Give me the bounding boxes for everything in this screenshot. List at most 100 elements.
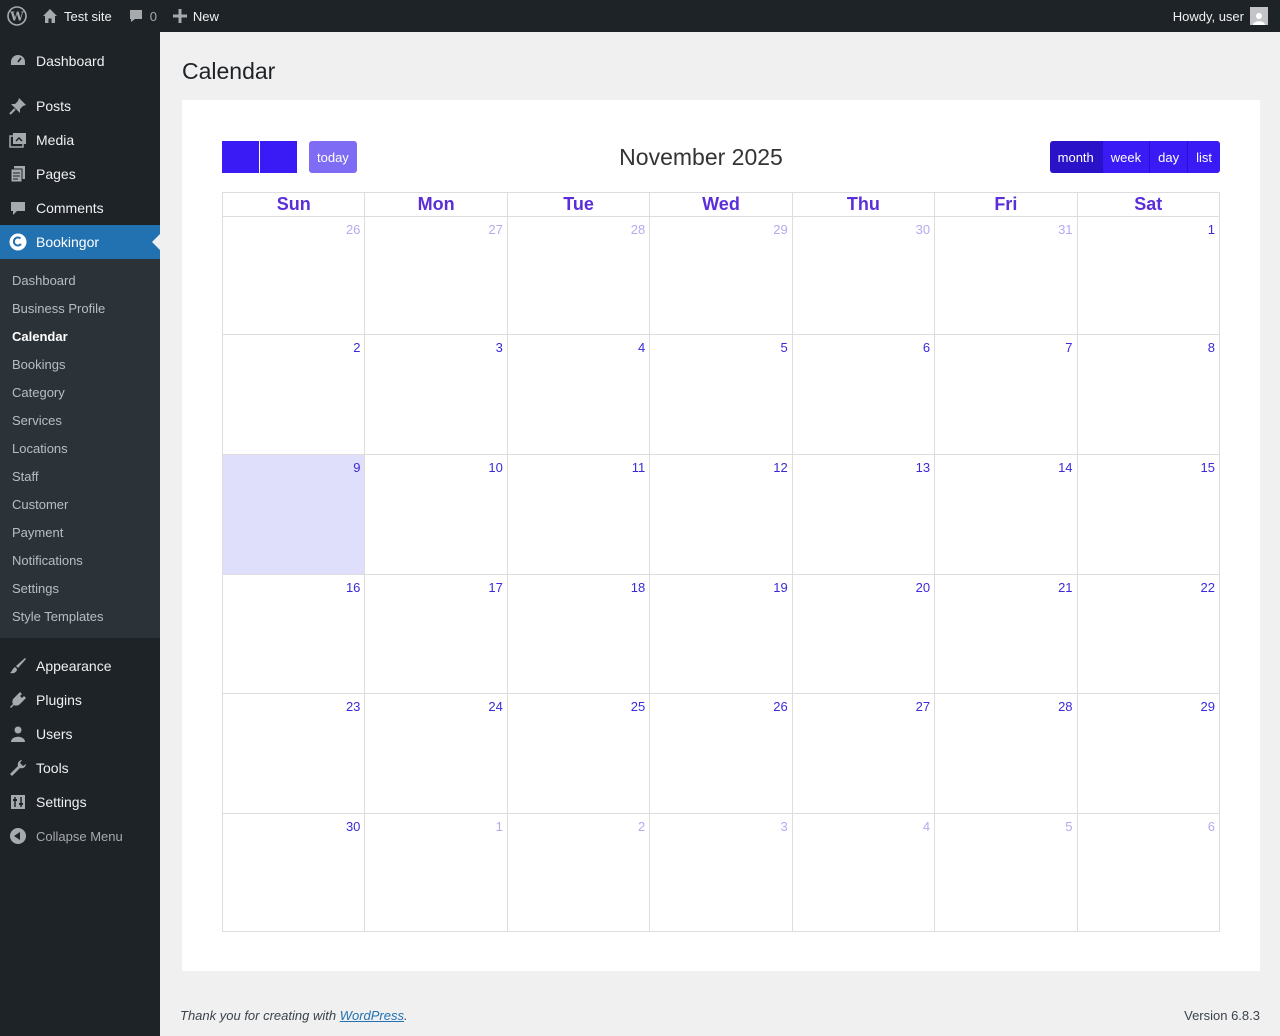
day-cell[interactable]: 16 [221,574,366,694]
day-cell[interactable]: 30 [221,813,366,932]
day-cell[interactable]: 14 [934,454,1078,575]
day-cell[interactable]: 7 [934,334,1078,455]
month-grid: Sun Mon Tue Wed Thu Fri Sat 26 27 28 29 30 31 1 2 3 4 5 6… [221,192,1221,932]
day-cell[interactable]: 12 [649,454,793,575]
day-cell[interactable]: 23 [221,693,366,814]
menu-bookingor[interactable]: Bookingor [0,225,160,259]
day-cell[interactable]: 9 [221,454,366,575]
wordpress-logo-icon[interactable]: W [0,0,34,32]
week-row: 9 10 11 12 13 14 15 [221,454,1221,575]
submenu-item-customer[interactable]: Customer [0,490,160,518]
submenu-item-category[interactable]: Category [0,378,160,406]
day-cell[interactable]: 28 [934,693,1078,814]
site-name-link[interactable]: Test site [34,0,120,32]
day-cell[interactable]: 5 [934,813,1078,932]
day-cell[interactable]: 1 [1076,216,1221,335]
settings-icon [8,792,28,812]
submenu-item-staff[interactable]: Staff [0,462,160,490]
menu-appearance[interactable]: Appearance [0,649,160,683]
weekday-header: Tue [506,192,651,217]
new-content-link[interactable]: New [165,0,227,32]
menu-label: Posts [36,98,72,114]
day-cell[interactable]: 27 [364,216,508,335]
submenu-item-bookings[interactable]: Bookings [0,350,160,378]
day-cell[interactable]: 26 [649,693,793,814]
footer-thanks: Thank you for creating with WordPress. [180,1008,408,1023]
admin-sidebar: Dashboard Posts Media Pages Comments Boo… [0,32,160,1036]
submenu-item-settings[interactable]: Settings [0,574,160,602]
day-cell[interactable]: 2 [506,813,651,932]
view-day-button[interactable]: day [1150,141,1189,173]
menu-comments[interactable]: Comments [0,191,160,225]
bookingor-icon [8,232,28,252]
greeting: Howdy, user [1172,8,1244,24]
day-cell[interactable]: 29 [649,216,793,335]
day-cell[interactable]: 21 [934,574,1078,694]
submenu-item-style-templates[interactable]: Style Templates [0,602,160,630]
weekday-header: Thu [791,192,936,217]
day-cell[interactable]: 20 [791,574,936,694]
day-cell[interactable]: 31 [934,216,1078,335]
day-cell[interactable]: 6 [791,334,936,455]
submenu-item-business-profile[interactable]: Business Profile [0,294,160,322]
submenu-item-dashboard[interactable]: Dashboard [0,266,160,294]
weekday-header: Sun [221,192,366,217]
menu-label: Users [36,726,73,742]
menu-label: Dashboard [36,53,105,69]
day-cell[interactable]: 4 [506,334,651,455]
day-cell[interactable]: 29 [1076,693,1221,814]
day-cell[interactable]: 5 [649,334,793,455]
media-icon [8,130,28,150]
day-cell[interactable]: 18 [506,574,651,694]
day-cell[interactable]: 26 [221,216,366,335]
menu-settings[interactable]: Settings [0,785,160,819]
day-cell[interactable]: 17 [364,574,508,694]
my-account-link[interactable]: Howdy, user [1165,0,1280,32]
day-cell[interactable]: 10 [364,454,508,575]
day-cell[interactable]: 22 [1076,574,1221,694]
day-cell[interactable]: 19 [649,574,793,694]
day-cell[interactable]: 1 [364,813,508,932]
footer-thanks-prefix: Thank you for creating with [180,1008,340,1023]
day-cell[interactable]: 6 [1076,813,1221,932]
calendar-title: November 2025 [619,144,783,170]
collapse-menu-button[interactable]: Collapse Menu [0,819,160,853]
menu-plugins[interactable]: Plugins [0,683,160,717]
submenu-item-payment[interactable]: Payment [0,518,160,546]
menu-media[interactable]: Media [0,123,160,157]
menu-tools[interactable]: Tools [0,751,160,785]
day-cell[interactable]: 30 [791,216,936,335]
wordpress-link[interactable]: WordPress [340,1008,404,1023]
view-list-button[interactable]: list [1188,141,1220,173]
menu-users[interactable]: Users [0,717,160,751]
day-cell[interactable]: 15 [1076,454,1221,575]
day-cell[interactable]: 3 [649,813,793,932]
menu-dashboard[interactable]: Dashboard [0,44,160,78]
weekday-header: Sat [1076,192,1221,217]
day-cell[interactable]: 11 [506,454,651,575]
submenu-item-calendar[interactable]: Calendar [0,322,160,350]
menu-pages[interactable]: Pages [0,157,160,191]
day-cell[interactable]: 25 [506,693,651,814]
submenu-item-notifications[interactable]: Notifications [0,546,160,574]
day-cell[interactable]: 13 [791,454,936,575]
day-cell[interactable]: 4 [791,813,936,932]
day-cell[interactable]: 2 [221,334,366,455]
home-icon [42,8,58,24]
view-week-button[interactable]: week [1102,141,1151,173]
week-row: 26 27 28 29 30 31 1 [221,216,1221,335]
day-cell[interactable]: 8 [1076,334,1221,455]
day-cell[interactable]: 28 [506,216,651,335]
users-icon [8,724,28,744]
day-cell[interactable]: 27 [791,693,936,814]
view-month-button[interactable]: month [1049,141,1103,173]
menu-posts[interactable]: Posts [0,89,160,123]
comments-link[interactable]: 0 [120,0,165,32]
submenu-item-services[interactable]: Services [0,406,160,434]
week-row: 16 17 18 19 20 21 22 [221,574,1221,694]
avatar [1250,7,1268,25]
submenu-item-locations[interactable]: Locations [0,434,160,462]
day-cell[interactable]: 3 [364,334,508,455]
admin-bar: W Test site 0 New Howdy, user [0,0,1280,32]
day-cell[interactable]: 24 [364,693,508,814]
